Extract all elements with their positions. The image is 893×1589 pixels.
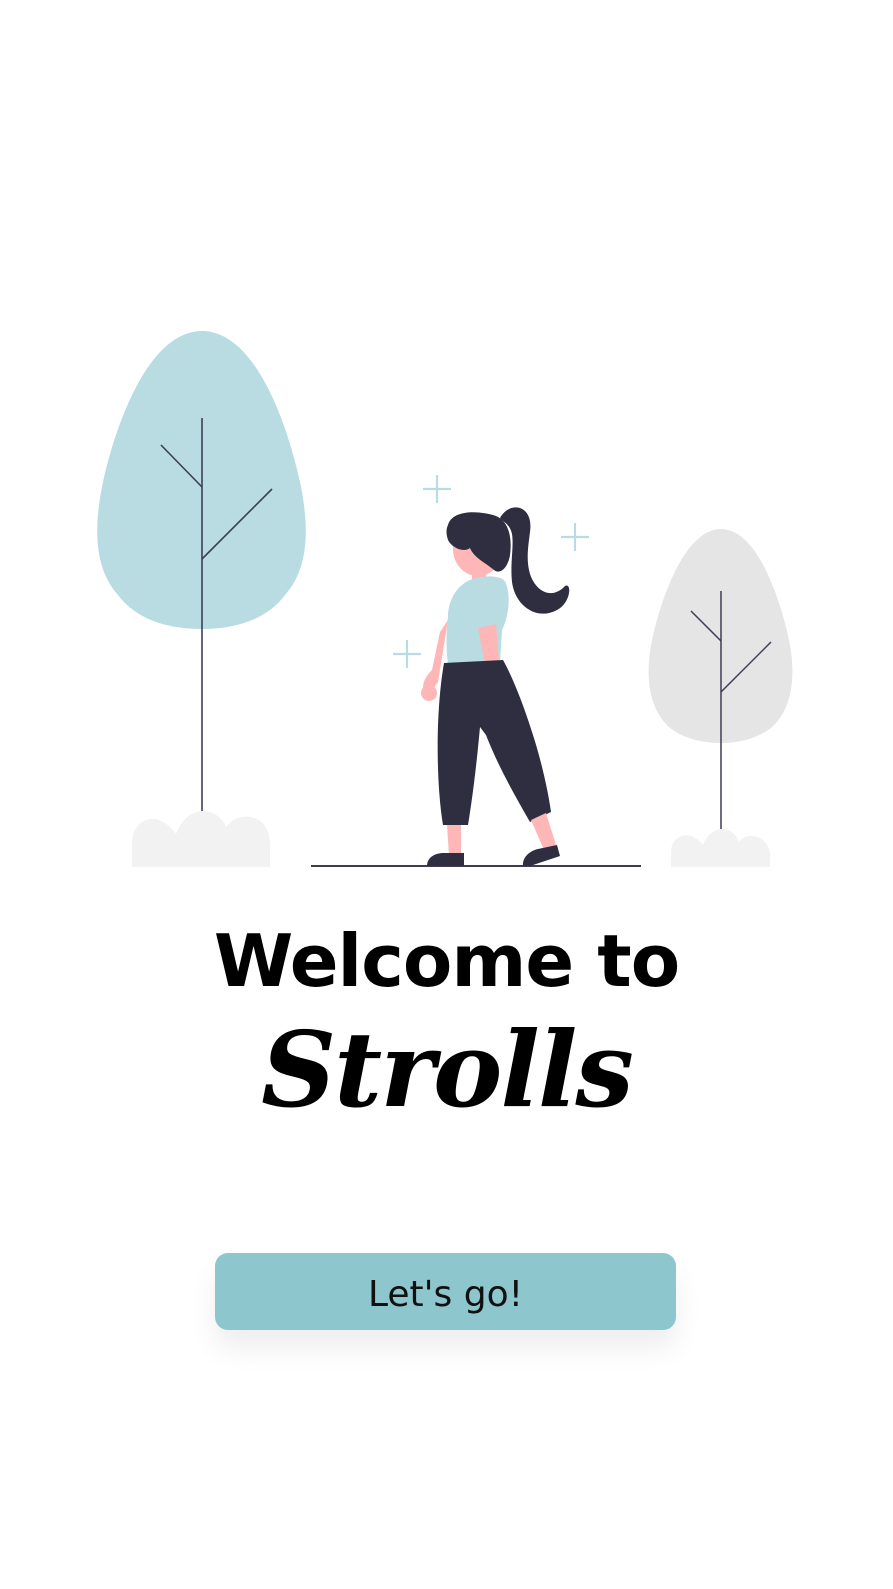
- left-tree-illustration: [97, 331, 306, 867]
- app-name-logo: Strolls: [261, 1008, 634, 1131]
- shin-left: [447, 825, 461, 855]
- sparkle-icon: [561, 523, 589, 551]
- ponytail: [500, 507, 570, 614]
- lets-go-button[interactable]: Let's go!: [215, 1253, 676, 1330]
- walking-woman-illustration: [97, 331, 793, 867]
- shoe-left: [427, 853, 464, 866]
- right-tree-illustration: [648, 529, 793, 867]
- sparkle-icon: [423, 475, 451, 503]
- right-bush: [671, 829, 771, 867]
- shirt: [446, 576, 509, 664]
- woman-figure: [421, 507, 570, 866]
- left-bush: [132, 811, 271, 867]
- welcome-heading: Welcome to: [213, 919, 680, 1003]
- shoe-right: [522, 845, 560, 866]
- hand-left: [421, 685, 437, 701]
- pants: [437, 660, 551, 825]
- shin-right: [531, 813, 556, 850]
- sparkle-icon: [393, 640, 421, 668]
